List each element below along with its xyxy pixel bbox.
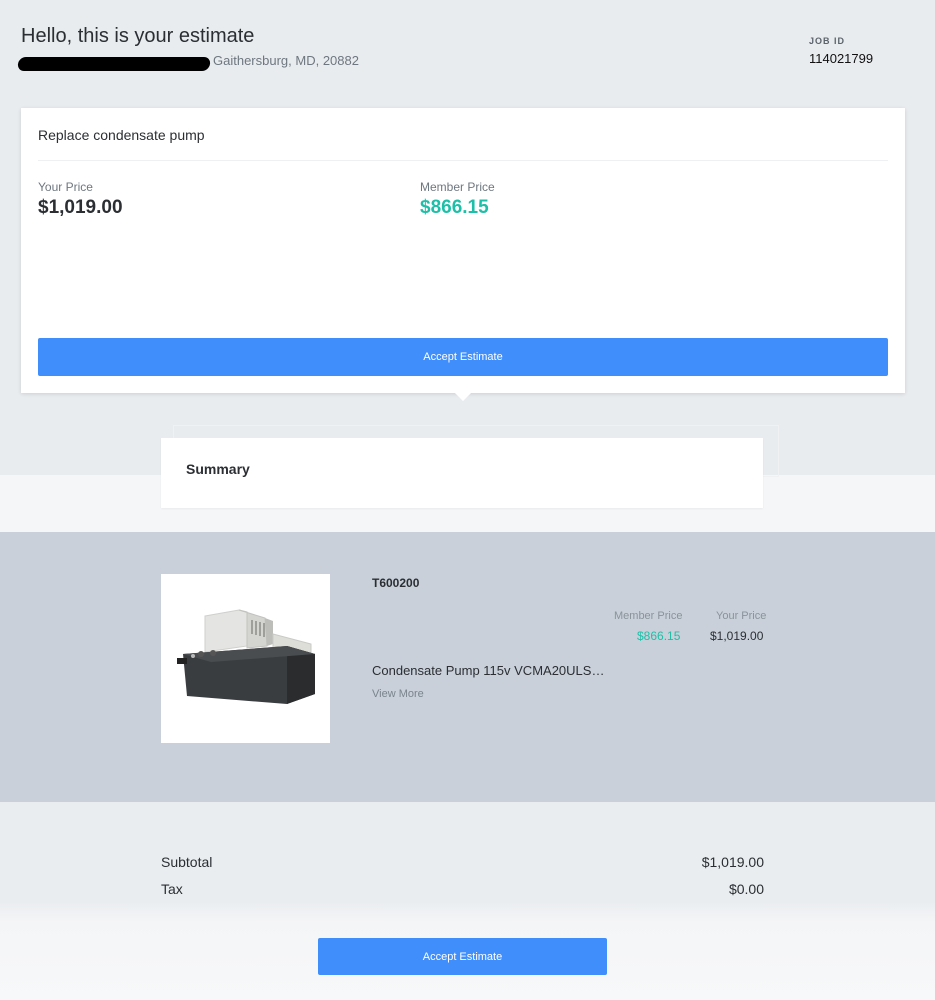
card-pointer bbox=[454, 392, 472, 401]
redacted-name bbox=[17, 57, 211, 71]
service-card: Replace condensate pump Your Price $1,01… bbox=[21, 108, 905, 393]
accept-estimate-bottom-button[interactable]: Accept Estimate bbox=[318, 938, 607, 975]
view-more-link[interactable]: View More bbox=[372, 688, 424, 700]
summary-card: Summary bbox=[161, 438, 763, 508]
item-sku: T600200 bbox=[372, 576, 420, 590]
card-divider bbox=[38, 160, 888, 161]
item-description: Condensate Pump 115v VCMA20ULS… bbox=[372, 663, 605, 678]
totals-section: Subtotal $1,019.00 Tax $0.00 Accept Esti… bbox=[0, 802, 935, 1000]
member-price-value: $866.15 bbox=[420, 197, 489, 218]
your-price-label: Your Price bbox=[38, 180, 93, 194]
estimate-header: Hello, this is your estimate Gaithersbur… bbox=[0, 0, 935, 100]
product-image bbox=[161, 574, 330, 743]
page-title: Hello, this is your estimate bbox=[21, 25, 255, 47]
item-member-price-label: Member Price bbox=[614, 610, 683, 622]
subtotal-value: $1,019.00 bbox=[701, 854, 764, 870]
tax-value: $0.00 bbox=[728, 881, 764, 897]
condensate-pump-image bbox=[177, 609, 315, 704]
item-member-price-value: $866.15 bbox=[637, 629, 681, 643]
member-price-label: Member Price bbox=[420, 180, 495, 194]
accept-estimate-button[interactable]: Accept Estimate bbox=[38, 338, 888, 376]
your-price-value: $1,019.00 bbox=[38, 197, 123, 218]
job-id-label: JOB ID bbox=[809, 36, 846, 46]
summary-title: Summary bbox=[186, 461, 250, 477]
item-your-price-value: $1,019.00 bbox=[710, 629, 764, 643]
service-title: Replace condensate pump bbox=[38, 127, 205, 143]
item-your-price-label: Your Price bbox=[716, 610, 767, 622]
subtotal-label: Subtotal bbox=[161, 854, 213, 870]
customer-address: Gaithersburg, MD, 20882 bbox=[213, 53, 359, 68]
line-item: T600200 Member Price $866.15 Your Price … bbox=[0, 532, 935, 802]
tax-label: Tax bbox=[161, 881, 183, 897]
job-id-value: 114021799 bbox=[809, 51, 874, 66]
